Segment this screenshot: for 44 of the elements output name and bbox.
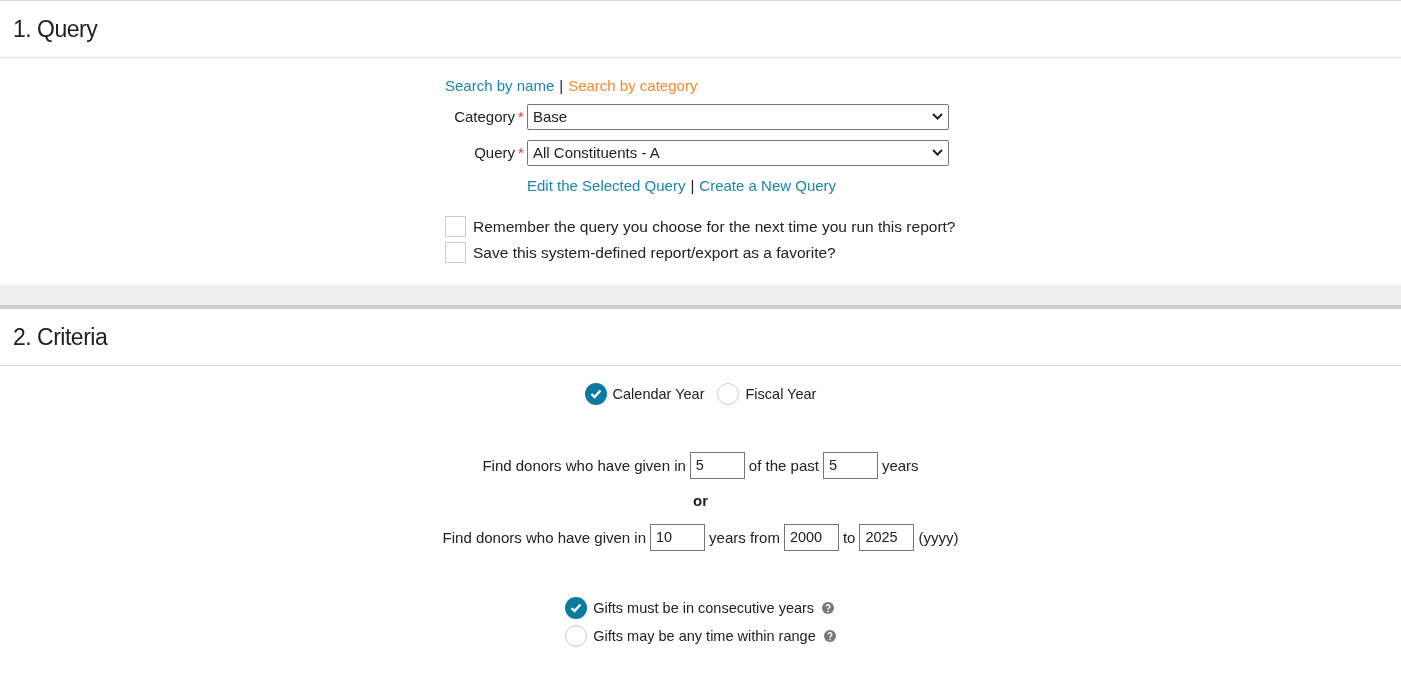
criteria-text: Find donors who have given in xyxy=(482,456,686,474)
required-marker: * xyxy=(517,144,525,161)
separator: | xyxy=(690,176,695,194)
required-marker: * xyxy=(517,108,525,125)
radio-label: Calendar Year xyxy=(612,386,705,402)
field-label: Query xyxy=(473,144,515,161)
radio-button[interactable] xyxy=(584,383,607,405)
criteria-text: to xyxy=(842,528,856,546)
criteria-text: of the past xyxy=(748,456,819,474)
help-icon[interactable] xyxy=(823,630,836,642)
help-icon[interactable] xyxy=(822,602,835,614)
separator: | xyxy=(559,76,564,94)
criteria-text: years xyxy=(881,456,919,474)
checkbox[interactable] xyxy=(445,216,466,237)
number-input[interactable]: 2025 xyxy=(859,523,915,551)
checkbox-label: Remember the query you choose for the next time you run this report? xyxy=(473,217,956,236)
dropdown-select[interactable]: Base xyxy=(527,103,949,130)
radio-button[interactable] xyxy=(565,625,588,647)
radio-label: Gifts must be in consecutive years xyxy=(593,600,815,616)
radio-label: Fiscal Year xyxy=(745,386,817,402)
number-input[interactable]: 5 xyxy=(689,451,745,479)
dropdown-select[interactable]: All Constituents - A xyxy=(527,139,949,166)
number-input[interactable]: 2000 xyxy=(783,523,839,551)
radio-label: Gifts may be any time within range xyxy=(593,628,816,644)
chevron-down-icon xyxy=(932,149,943,156)
search-mode-link[interactable]: Search by name xyxy=(445,76,555,94)
query-link[interactable]: Create a New Query xyxy=(699,176,837,194)
section-title: 1. Query xyxy=(13,15,98,43)
criteria-text: years from xyxy=(709,528,780,546)
field-label: Category xyxy=(453,108,515,125)
radio-button[interactable] xyxy=(717,383,740,405)
check-icon xyxy=(570,603,583,613)
radio-button[interactable] xyxy=(565,597,588,619)
checkbox[interactable] xyxy=(445,242,466,263)
criteria-text: (yyyy) xyxy=(918,528,959,546)
check-icon xyxy=(589,389,602,399)
chevron-down-icon xyxy=(932,113,943,120)
or-separator: or xyxy=(693,496,708,506)
criteria-text: Find donors who have given in xyxy=(442,528,647,546)
section-title: 2. Criteria xyxy=(13,323,108,351)
number-input[interactable]: 5 xyxy=(822,451,878,479)
number-input[interactable]: 10 xyxy=(650,523,706,551)
checkbox-label: Save this system-defined report/export as a favorite? xyxy=(473,243,836,262)
query-link[interactable]: Edit the Selected Query xyxy=(527,176,686,194)
